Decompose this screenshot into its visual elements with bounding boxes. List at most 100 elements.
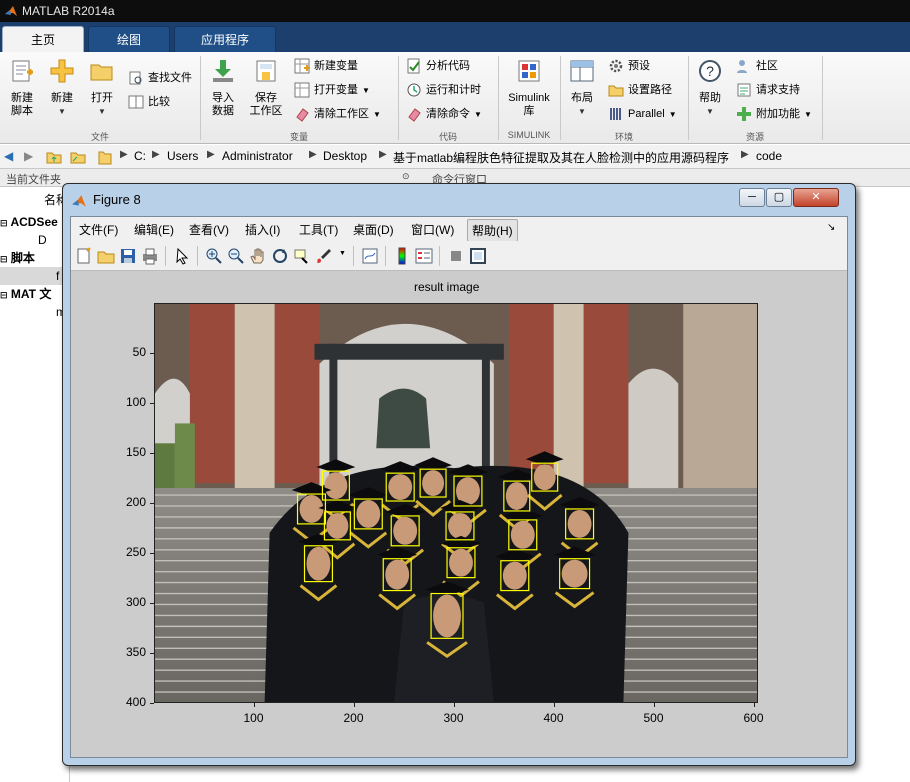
new-script-button[interactable]: 新建 脚本 (4, 56, 40, 118)
tree-group-label: 脚本 (10, 251, 35, 265)
simulink-library-button[interactable]: Simulink 库 (502, 56, 556, 118)
figure-window[interactable]: Figure 8 ─ ▢ ✕ 文件(F) 编辑(E) 查看(V) 插入(I) 工… (62, 183, 856, 766)
menu-file[interactable]: 文件(F) (79, 221, 118, 238)
pan-hand-icon[interactable] (249, 247, 267, 265)
folder-open-icon (90, 64, 113, 81)
find-files-icon (129, 71, 142, 85)
new-figure-icon[interactable] (75, 247, 93, 265)
layout-button[interactable]: 布局 ▼ (564, 56, 600, 118)
collapse-icon[interactable]: ⊟ (0, 290, 8, 300)
pointer-icon[interactable] (173, 247, 191, 265)
path-segment[interactable]: Administrator (222, 149, 293, 163)
x-tick-mark (353, 703, 355, 707)
up-folder-icon[interactable] (46, 149, 62, 165)
maximize-button[interactable]: ▢ (766, 188, 792, 207)
community-button[interactable]: 社区 (736, 56, 778, 76)
add-ons-button[interactable]: 附加功能 ▼ (736, 104, 812, 124)
compare-label: 比较 (148, 96, 170, 108)
y-tick-mark (150, 402, 154, 404)
path-segment[interactable]: Desktop (323, 149, 367, 163)
clear-commands-dropdown-icon: ▼ (474, 110, 482, 119)
compare-button[interactable]: 比较 (128, 92, 170, 112)
parallel-button[interactable]: Parallel ▼ (608, 104, 677, 124)
link-plot-icon[interactable] (361, 247, 379, 265)
tab-apps[interactable]: 应用程序 (174, 26, 276, 52)
menu-window[interactable]: 窗口(W) (411, 221, 454, 238)
face (385, 559, 410, 590)
new-button[interactable]: 新建 ▼ (44, 56, 80, 118)
hide-plot-tools-icon[interactable] (447, 247, 465, 265)
import-data-button[interactable]: 导入 数据 (204, 56, 242, 118)
back-arrow-icon[interactable]: ◀ (4, 149, 13, 163)
request-support-button[interactable]: 请求支持 (736, 80, 800, 100)
zoom-out-icon[interactable] (227, 247, 245, 265)
clear-workspace-button[interactable]: 清除工作区 ▼ (294, 104, 381, 124)
menu-edit[interactable]: 编辑(E) (134, 221, 174, 238)
face (510, 520, 535, 549)
y-tick-mark (150, 602, 154, 604)
clear-commands-button[interactable]: 清除命令 ▼ (406, 104, 482, 124)
save-icon[interactable] (119, 247, 137, 265)
data-cursor-icon[interactable] (293, 247, 311, 265)
collapse-icon[interactable]: ⊟ (0, 218, 8, 228)
parallel-label: Parallel (628, 108, 665, 120)
preferences-button[interactable]: 预设 (608, 56, 650, 76)
path-segment[interactable]: Users (167, 149, 198, 163)
ribbon-separator (200, 56, 201, 140)
x-tick-mark (253, 703, 255, 707)
add-ons-icon (737, 107, 751, 122)
forward-arrow-icon[interactable]: ▶ (24, 149, 33, 163)
menu-view[interactable]: 查看(V) (189, 221, 229, 238)
tree-item-row[interactable]: f (0, 267, 70, 285)
new-dropdown-icon: ▼ (58, 107, 66, 116)
face (306, 546, 331, 581)
colorbar-icon[interactable] (393, 247, 411, 265)
simulink-label: Simulink 库 (508, 92, 550, 117)
brush-icon[interactable] (315, 247, 333, 265)
tree-group-row[interactable]: ⊟ MAT 文 (0, 285, 70, 303)
open-variable-button[interactable]: 打开变量 ▼ (294, 80, 370, 100)
path-separator-icon: ▶ (741, 149, 749, 160)
close-button[interactable]: ✕ (793, 188, 839, 207)
menu-insert[interactable]: 插入(I) (245, 221, 280, 238)
path-segment[interactable]: 基于matlab编程肤色特征提取及其在人脸检测中的应用源码程序 (393, 149, 729, 166)
open-button[interactable]: 打开 ▼ (84, 56, 120, 118)
path-segment[interactable]: C: (134, 149, 146, 163)
dock-arrow-icon[interactable]: ↘ (827, 222, 835, 233)
collapse-icon[interactable]: ⊟ (0, 254, 8, 264)
panel-menu-icon[interactable]: ⊙ (402, 171, 410, 182)
y-tick-label: 150 (125, 444, 146, 459)
open-file-icon[interactable] (97, 247, 115, 265)
face (502, 561, 527, 590)
app-title: MATLAB R2014a (22, 4, 115, 18)
menu-desktop[interactable]: 桌面(D) (353, 221, 394, 238)
show-plot-tools-icon[interactable] (469, 247, 487, 265)
result-image[interactable] (154, 303, 758, 703)
menu-tools[interactable]: 工具(T) (299, 221, 338, 238)
y-tick-mark (150, 502, 154, 504)
tree-group-row[interactable]: ⊟ ACDSee (0, 213, 70, 231)
save-workspace-button[interactable]: 保存 工作区 (246, 56, 286, 118)
layout-label: 布局 (571, 92, 593, 104)
address-bar[interactable]: ◀ ▶ ▶ C: ▶ Users ▶ Administrator ▶ Deskt… (0, 145, 910, 169)
legend-icon[interactable] (415, 247, 433, 265)
rotate-3d-icon[interactable] (271, 247, 289, 265)
tab-plots[interactable]: 绘图 (88, 26, 170, 52)
path-segment[interactable]: code (756, 149, 782, 163)
run-and-time-button[interactable]: 运行和计时 (406, 80, 481, 100)
y-tick-label: 200 (125, 494, 146, 509)
zoom-in-icon[interactable] (205, 247, 223, 265)
find-files-button[interactable]: 查找文件 (128, 68, 192, 88)
minimize-button[interactable]: ─ (739, 188, 765, 207)
set-path-button[interactable]: 设置路径 (608, 80, 672, 100)
new-variable-button[interactable]: 新建变量 (294, 56, 358, 76)
browse-folder-icon[interactable] (70, 149, 86, 165)
brush-dropdown-icon[interactable]: ▼ (339, 250, 346, 257)
help-button[interactable]: ? 帮助 ▼ (692, 56, 728, 118)
analyze-code-button[interactable]: 分析代码 (406, 56, 470, 76)
tree-group-row[interactable]: ⊟ 脚本 (0, 249, 70, 267)
menu-help[interactable]: 帮助(H) (467, 219, 518, 242)
tab-home[interactable]: 主页 (2, 26, 84, 52)
resources-group-label: 资源 (745, 132, 764, 142)
print-icon[interactable] (141, 247, 159, 265)
